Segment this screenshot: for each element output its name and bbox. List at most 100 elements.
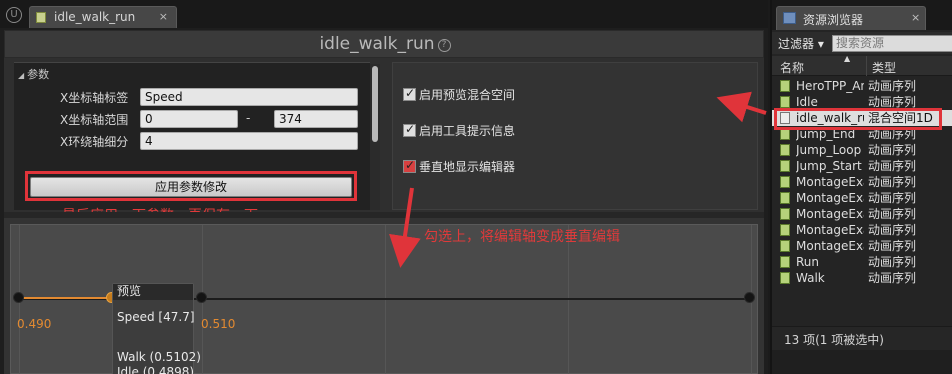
content-browser: 资源浏览器 × 过滤器 ▾ 搜索资源 名称 ▲ 类型 HeroTPP_AnimB… xyxy=(770,0,952,374)
content-browser-tabbar: 资源浏览器 × xyxy=(772,0,952,30)
parameters-header-label: 参数 xyxy=(27,68,50,81)
column-name-header[interactable]: 名称 xyxy=(780,59,804,76)
asset-list-header: 名称 ▲ 类型 xyxy=(772,54,952,76)
column-divider[interactable] xyxy=(866,56,867,76)
enable-tooltips-option[interactable]: 启用工具提示信息 xyxy=(403,122,515,139)
tooltip-title: 预览 xyxy=(113,284,193,300)
asset-name: Jump_Start xyxy=(796,159,862,173)
filters-button[interactable]: 过滤器 ▾ xyxy=(778,35,824,52)
asset-row[interactable]: MontageExample 动画序列 xyxy=(772,206,952,222)
asset-row[interactable]: Run 动画序列 xyxy=(772,254,952,270)
editor-tabbar: U idle_walk_run × xyxy=(0,0,768,28)
editor-titlebar: idle_walk_run? xyxy=(4,30,764,58)
asset-row[interactable]: MontageExample 动画序列 xyxy=(772,222,952,238)
tab-close-icon[interactable]: × xyxy=(159,10,168,23)
tooltip-idle-weight: Idle (0.4898) xyxy=(117,365,195,374)
asset-type: 动画序列 xyxy=(868,143,917,157)
asset-name: MontageExample xyxy=(796,175,864,189)
asset-row[interactable]: MontageExample 动画序列 xyxy=(772,190,952,206)
blend-axis-highlight xyxy=(19,297,119,299)
preview-tooltip: 预览 Speed [47.7] Walk (0.5102) Idle (0.48… xyxy=(112,283,201,374)
editor-content: ◢ 参数 X坐标轴标签 Speed X坐标轴范围 0 - 374 X环绕轴细分 4… xyxy=(4,58,764,212)
grid-line xyxy=(568,225,569,374)
asset-type: 动画序列 xyxy=(868,175,917,189)
right-weight-label: 0.510 xyxy=(201,317,236,331)
blendspace-tab-icon xyxy=(36,12,46,23)
parameters-header[interactable]: ◢ 参数 xyxy=(18,66,49,82)
asset-row[interactable]: Jump_Start 动画序列 xyxy=(772,158,952,174)
blendspace-graph-area: 0.490 0.510 预览 Speed [47.7] Walk (0.5102… xyxy=(4,212,764,374)
sort-ascending-icon: ▲ xyxy=(844,54,851,63)
asset-type: 动画序列 xyxy=(868,207,917,221)
parameters-panel: ◢ 参数 X坐标轴标签 Speed X坐标轴范围 0 - 374 X环绕轴细分 4… xyxy=(14,62,370,210)
anim-sequence-icon xyxy=(780,240,790,252)
asset-name: MontageExample xyxy=(796,207,864,221)
help-icon[interactable]: ? xyxy=(437,39,451,52)
x-axis-range-max-input[interactable]: 374 xyxy=(274,110,358,128)
enable-preview-checkbox[interactable] xyxy=(403,86,416,101)
grid-line xyxy=(385,225,386,374)
tab-content-browser[interactable]: 资源浏览器 × xyxy=(776,6,926,30)
collapse-triangle-icon[interactable]: ◢ xyxy=(18,71,24,80)
parameters-scrollbar[interactable] xyxy=(370,64,380,210)
x-axis-label-label: X坐标轴标签 xyxy=(60,91,129,105)
x-axis-range-min-input[interactable]: 0 xyxy=(140,110,238,128)
search-input[interactable]: 搜索资源 xyxy=(832,35,952,52)
enable-preview-label: 启用预览混合空间 xyxy=(419,88,516,102)
apply-button-highlight-box xyxy=(25,171,357,201)
tooltip-walk-weight: Walk (0.5102) xyxy=(117,350,201,364)
blendspace-graph[interactable]: 0.490 0.510 预览 Speed [47.7] Walk (0.5102… xyxy=(10,224,758,374)
sample-node-idle[interactable] xyxy=(13,292,24,303)
vertical-editor-option[interactable]: 垂直地显示编辑器 xyxy=(403,158,515,175)
scrollbar-thumb[interactable] xyxy=(372,66,378,142)
asset-row[interactable]: MontageExample 动画序列 xyxy=(772,174,952,190)
close-icon[interactable]: × xyxy=(911,11,920,24)
asset-name: Run xyxy=(796,255,820,269)
filters-label: 过滤器 xyxy=(778,37,815,51)
selection-count: 13 项(1 项被选中) xyxy=(784,333,884,347)
asset-name: Walk xyxy=(796,271,825,285)
asset-type: 动画序列 xyxy=(868,79,917,93)
anim-sequence-icon xyxy=(780,208,790,220)
vertical-note-annotation: 勾选上，将编辑轴变成垂直编辑 xyxy=(424,229,620,245)
anim-sequence-icon xyxy=(780,224,790,236)
asset-type: 动画序列 xyxy=(868,271,917,285)
asset-row[interactable]: HeroTPP_AnimBlueprint 动画序列 xyxy=(772,78,952,94)
content-browser-footer: 13 项(1 项被选中) xyxy=(772,326,952,350)
vertical-editor-label: 垂直地显示编辑器 xyxy=(419,160,516,174)
asset-row[interactable]: MontageExample 动画序列 xyxy=(772,238,952,254)
anim-sequence-icon xyxy=(780,144,790,156)
asset-row[interactable]: Jump_Loop 动画序列 xyxy=(772,142,952,158)
vertical-editor-checkbox[interactable] xyxy=(403,158,416,173)
x-axis-divisions-input[interactable]: 4 xyxy=(140,132,358,150)
x-axis-divisions-label: X环绕轴细分 xyxy=(60,135,129,149)
sample-node-walk[interactable] xyxy=(196,292,207,303)
left-weight-label: 0.490 xyxy=(17,317,52,331)
tab-idle-walk-run[interactable]: idle_walk_run × xyxy=(29,6,177,28)
column-type-header[interactable]: 类型 xyxy=(872,59,896,76)
x-axis-label-input[interactable]: Speed xyxy=(140,88,358,106)
enable-tooltips-checkbox[interactable] xyxy=(403,122,416,137)
selected-asset-highlight-box xyxy=(774,108,942,130)
filter-row: 过滤器 ▾ 搜索资源 xyxy=(772,32,952,54)
anim-sequence-icon xyxy=(780,272,790,284)
asset-type: 动画序列 xyxy=(868,191,917,205)
asset-name: MontageExample xyxy=(796,223,864,237)
page-title-text: idle_walk_run xyxy=(319,34,435,54)
blendspace-editor: U idle_walk_run × idle_walk_run? ◢ 参数 X坐标… xyxy=(0,0,768,374)
unreal-logo-icon[interactable]: U xyxy=(6,7,22,23)
range-separator: - xyxy=(246,111,251,125)
anim-sequence-icon xyxy=(780,192,790,204)
tooltip-speed: Speed [47.7] xyxy=(117,310,195,324)
enable-preview-option[interactable]: 启用预览混合空间 xyxy=(403,86,515,103)
content-browser-bottom-bar xyxy=(772,350,952,374)
content-browser-icon xyxy=(783,12,796,24)
content-browser-title: 资源浏览器 xyxy=(803,13,864,27)
anim-sequence-icon xyxy=(780,256,790,268)
asset-name: Jump_Loop xyxy=(796,143,862,157)
asset-name: MontageExample xyxy=(796,239,864,253)
sample-node-run[interactable] xyxy=(744,292,755,303)
asset-row[interactable]: Walk 动画序列 xyxy=(772,270,952,286)
chevron-down-icon: ▾ xyxy=(817,37,824,51)
anim-sequence-icon xyxy=(780,160,790,172)
